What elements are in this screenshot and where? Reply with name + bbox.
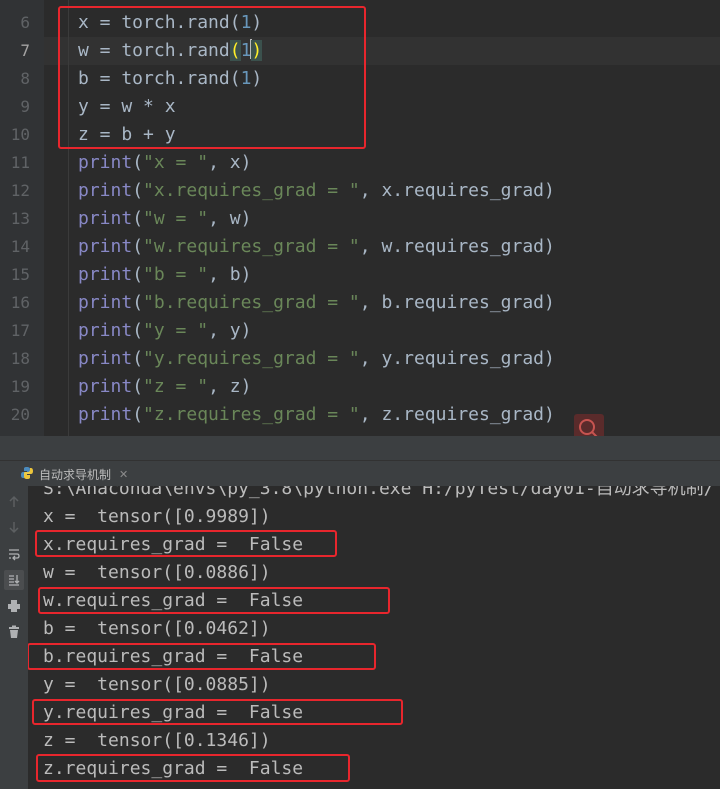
print-icon[interactable]: [4, 596, 24, 616]
code-token: print: [78, 376, 133, 397]
code-token: "y.requires_grad = ": [143, 348, 360, 369]
line-number: 8: [20, 69, 30, 88]
console-highlight-box-b: [28, 643, 376, 670]
console-line: x = tensor([0.9989]): [43, 506, 271, 527]
code-token: , z.requires_grad): [359, 404, 555, 425]
code-token: "b = ": [143, 264, 209, 285]
code-token: , z): [208, 376, 252, 397]
code-line: print("w.requires_grad = ", w.requires_g…: [78, 233, 555, 261]
code-token: print: [78, 292, 133, 313]
search-icon[interactable]: [574, 414, 604, 436]
code-token: (: [132, 208, 144, 229]
console-highlight-box-y: [32, 699, 403, 725]
code-token: (: [132, 376, 144, 397]
line-number: 14: [10, 237, 30, 256]
code-line: print("z = ", z): [78, 373, 251, 401]
code-token: , w.requires_grad): [359, 236, 555, 257]
code-token: , y): [208, 320, 252, 341]
code-token: , x): [208, 152, 252, 173]
line-number: 20: [10, 405, 30, 424]
scroll-to-end-icon[interactable]: [4, 570, 24, 590]
run-panel-header: 自动求导机制 ✕: [0, 460, 720, 487]
code-line: print("b = ", b): [78, 261, 251, 289]
code-token: print: [78, 320, 133, 341]
code-token: print: [78, 348, 133, 369]
code-token: , y.requires_grad): [359, 348, 555, 369]
line-number: 11: [10, 153, 30, 172]
code-line: print("x = ", x): [78, 149, 251, 177]
soft-wrap-icon[interactable]: [4, 544, 24, 564]
code-token: "z = ": [143, 376, 209, 397]
code-token: "b.requires_grad = ": [143, 292, 360, 313]
line-number: 17: [10, 321, 30, 340]
code-token: (: [132, 320, 144, 341]
line-number: 16: [10, 293, 30, 312]
console-line: z = tensor([0.1346]): [43, 730, 271, 751]
code-token: print: [78, 264, 133, 285]
code-highlight-box: [58, 6, 366, 149]
arrow-up-icon[interactable]: [4, 492, 24, 512]
code-line: print("x.requires_grad = ", x.requires_g…: [78, 177, 555, 205]
code-line: print("b.requires_grad = ", b.requires_g…: [78, 289, 555, 317]
line-number: 7: [20, 41, 30, 60]
code-token: "w.requires_grad = ": [143, 236, 360, 257]
code-line: print("y.requires_grad = ", y.requires_g…: [78, 345, 555, 373]
code-token: print: [78, 152, 133, 173]
console-highlight-box-w: [38, 587, 390, 614]
close-icon[interactable]: ✕: [119, 468, 128, 481]
code-token: "w = ": [143, 208, 209, 229]
console-highlight-box-z: [36, 754, 350, 782]
code-token: (: [132, 264, 144, 285]
line-number: 6: [20, 13, 30, 32]
code-token: print: [78, 236, 133, 257]
line-number: 13: [10, 209, 30, 228]
code-token: , b.requires_grad): [359, 292, 555, 313]
trash-icon[interactable]: [4, 622, 24, 642]
code-token: (: [132, 180, 144, 201]
code-token: "x = ": [143, 152, 209, 173]
code-token: (: [132, 292, 144, 313]
line-number-gutter: 6 7 8 9 10 11 12 13 14 15 16 17 18 19 20: [0, 0, 44, 436]
code-token: "y = ": [143, 320, 209, 341]
run-tab[interactable]: 自动求导机制 ✕: [20, 464, 128, 484]
line-number: 15: [10, 265, 30, 284]
code-line: print("z.requires_grad = ", z.requires_g…: [78, 401, 555, 429]
console-highlight-box-x: [35, 530, 337, 557]
code-token: (: [132, 236, 144, 257]
console-line: b = tensor([0.0462]): [43, 618, 271, 639]
code-token: "z.requires_grad = ": [143, 404, 360, 425]
code-token: (: [132, 348, 144, 369]
line-number: 10: [10, 125, 30, 144]
console-output[interactable]: S:\Anaconda\envs\py_3.8\python.exe H:/py…: [28, 486, 720, 789]
console-line: w = tensor([0.0886]): [43, 562, 271, 583]
code-token: print: [78, 404, 133, 425]
code-token: "x.requires_grad = ": [143, 180, 360, 201]
code-token: , w): [208, 208, 252, 229]
code-token: , x.requires_grad): [359, 180, 555, 201]
run-tab-label: 自动求导机制: [39, 467, 112, 482]
code-token: (: [132, 404, 144, 425]
code-token: print: [78, 180, 133, 201]
panel-divider[interactable]: [0, 436, 720, 460]
code-token: print: [78, 208, 133, 229]
arrow-down-icon[interactable]: [4, 517, 24, 537]
console-line: S:\Anaconda\envs\py_3.8\python.exe H:/py…: [43, 486, 715, 499]
code-line: print("w = ", w): [78, 205, 251, 233]
line-number: 18: [10, 349, 30, 368]
console-line: y = tensor([0.0885]): [43, 674, 271, 695]
code-line: print("y = ", y): [78, 317, 251, 345]
line-number: 12: [10, 181, 30, 200]
code-token: (: [132, 152, 144, 173]
line-number: 9: [20, 97, 30, 116]
line-number: 19: [10, 377, 30, 396]
run-toolbar: [0, 486, 28, 789]
code-editor[interactable]: 6 7 8 9 10 11 12 13 14 15 16 17 18 19 20 x = torch.ran…: [0, 0, 720, 436]
code-token: , b): [208, 264, 252, 285]
python-icon: [20, 466, 34, 483]
